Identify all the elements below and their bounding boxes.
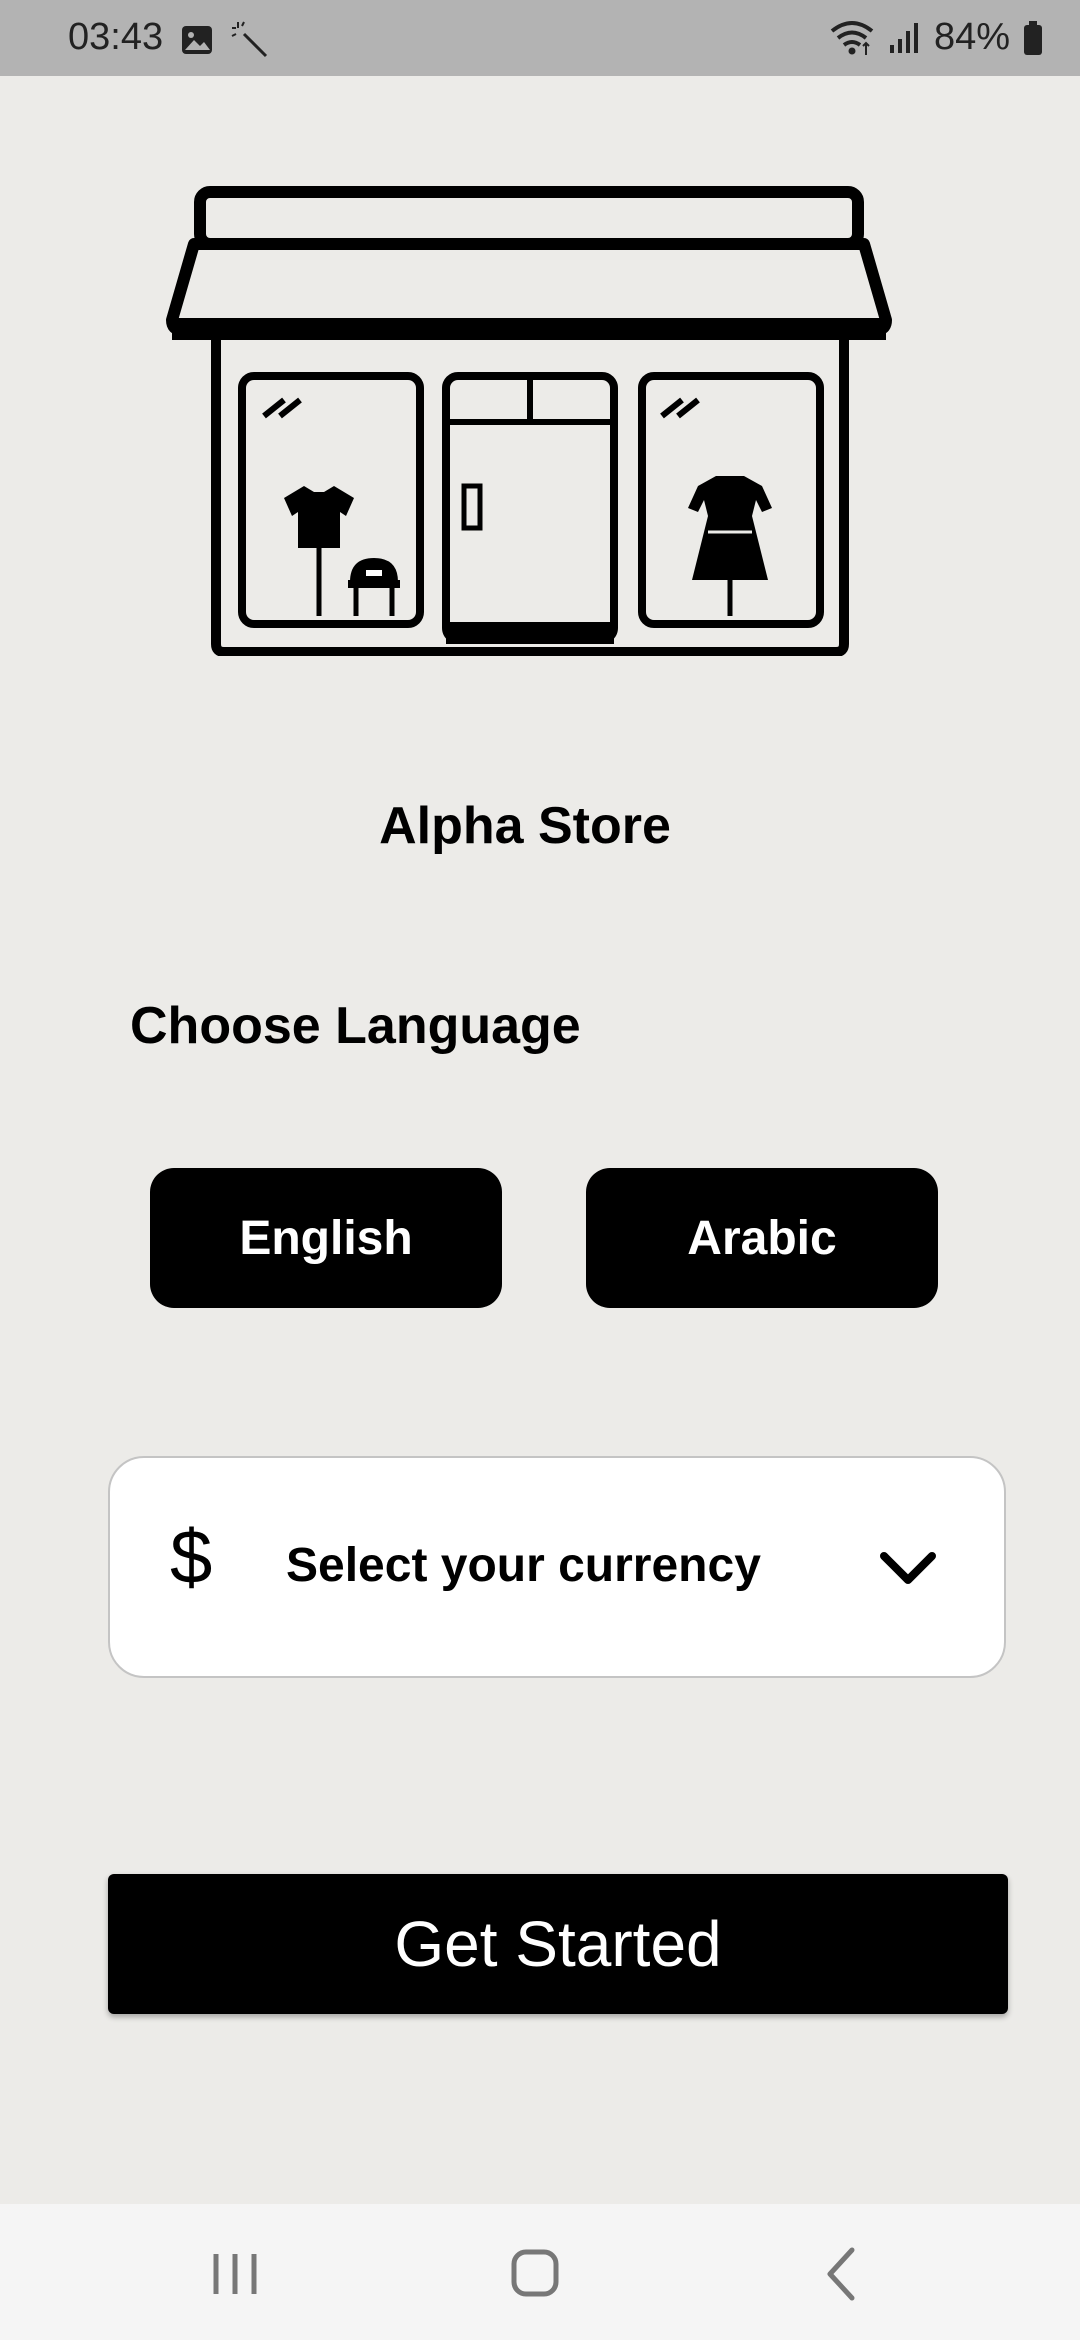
status-icons-right: 84% (828, 16, 1044, 59)
currency-placeholder: Select your currency (286, 1539, 761, 1592)
english-language-button[interactable]: English (150, 1168, 502, 1308)
home-icon[interactable] (500, 2234, 570, 2314)
currency-dropdown[interactable]: $ Select your currency (108, 1456, 1006, 1678)
status-time: 03:43 (68, 16, 164, 58)
dollar-icon: $ (170, 1515, 213, 1600)
battery-icon (1024, 20, 1042, 55)
get-started-button[interactable]: Get Started (108, 1874, 1008, 2014)
image-icon (182, 26, 212, 54)
status-bar: 03:43 84% (0, 0, 1080, 76)
store-front-illustration (166, 186, 892, 656)
arabic-language-button[interactable]: Arabic (586, 1168, 938, 1308)
magic-wand-icon (231, 21, 268, 58)
battery-percentage: 84% (933, 16, 1010, 58)
recents-icon[interactable] (200, 2234, 270, 2314)
chevron-down-icon (880, 1552, 936, 1584)
back-icon[interactable] (810, 2234, 870, 2314)
store-name: Alpha Store (379, 797, 671, 855)
status-icons-left (180, 20, 270, 60)
choose-language-heading: Choose Language (130, 997, 581, 1055)
signal-icon (889, 22, 918, 53)
system-navigation-bar (0, 2204, 1080, 2340)
wifi-icon (830, 20, 874, 55)
